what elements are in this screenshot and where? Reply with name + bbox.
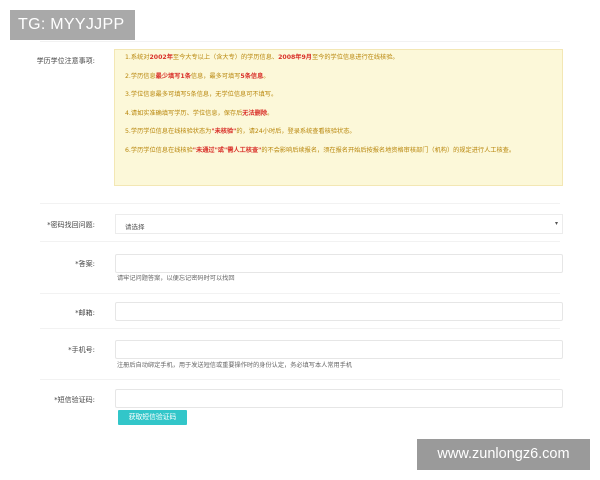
answer-hint: 请牢记问题答案，以便忘记密码时可以找回 (117, 275, 235, 282)
phone-hint: 注册后自动绑定手机，用于发送短信或重要操作时的身份认定，务必填写本人常用手机 (117, 362, 353, 369)
answer-label: *答案: (75, 260, 95, 268)
sms-code-input[interactable] (116, 394, 562, 412)
notice-line-3: 3.学位信息最多可填写5条信息，无学位信息可不填写。 (125, 91, 278, 98)
email-field[interactable] (115, 302, 563, 325)
notice-line-5: 5.学历学位信息在线核验状态为"未核验"的，请24小时后，登录系统查看核验状态。 (125, 128, 356, 135)
notice-line-2: 2.学历信息最少填写1条信息，最多可填写5条信息。 (125, 72, 270, 80)
get-sms-code-button[interactable]: 获取短信验证码 (118, 410, 187, 425)
notice-line-6: 6.学历学位信息在线核验"未通过"或"需人工核查"的不会影响后续报名，须在报名开… (125, 146, 516, 154)
notice-line-4: 4.请如实准确填写学历、学位信息，保存后无法删除。 (125, 109, 274, 117)
divider (40, 328, 560, 329)
security-question-label: *密码找回问题: (47, 221, 95, 229)
security-question-selected-value: 请选择 (125, 223, 145, 231)
divider (40, 241, 560, 242)
email-label: *邮箱: (75, 309, 95, 317)
notice-panel: 1.系统对2002年至今大专以上（含大专）的学历信息、2008年9月至今的学位信… (114, 49, 563, 186)
email-input[interactable] (116, 307, 562, 325)
phone-field[interactable] (115, 340, 563, 363)
watermark-label: www.zunlongz6.com (417, 439, 590, 470)
tg-overlay-label: TG: MYYJJPP (10, 10, 135, 40)
security-question-select[interactable]: 请选择 ▾ (115, 214, 563, 234)
answer-field[interactable] (115, 254, 563, 277)
phone-label: *手机号: (68, 346, 95, 354)
divider (40, 293, 560, 294)
divider (40, 379, 560, 380)
sms-code-label: *短信验证码: (54, 396, 95, 404)
notice-label: 学历学位注意事项: (36, 57, 95, 65)
divider (40, 203, 560, 204)
caret-down-icon: ▾ (554, 220, 558, 227)
notice-line-1: 1.系统对2002年至今大专以上（含大专）的学历信息、2008年9月至今的学位信… (125, 54, 399, 61)
divider (40, 41, 560, 42)
sms-code-field[interactable] (115, 389, 563, 412)
